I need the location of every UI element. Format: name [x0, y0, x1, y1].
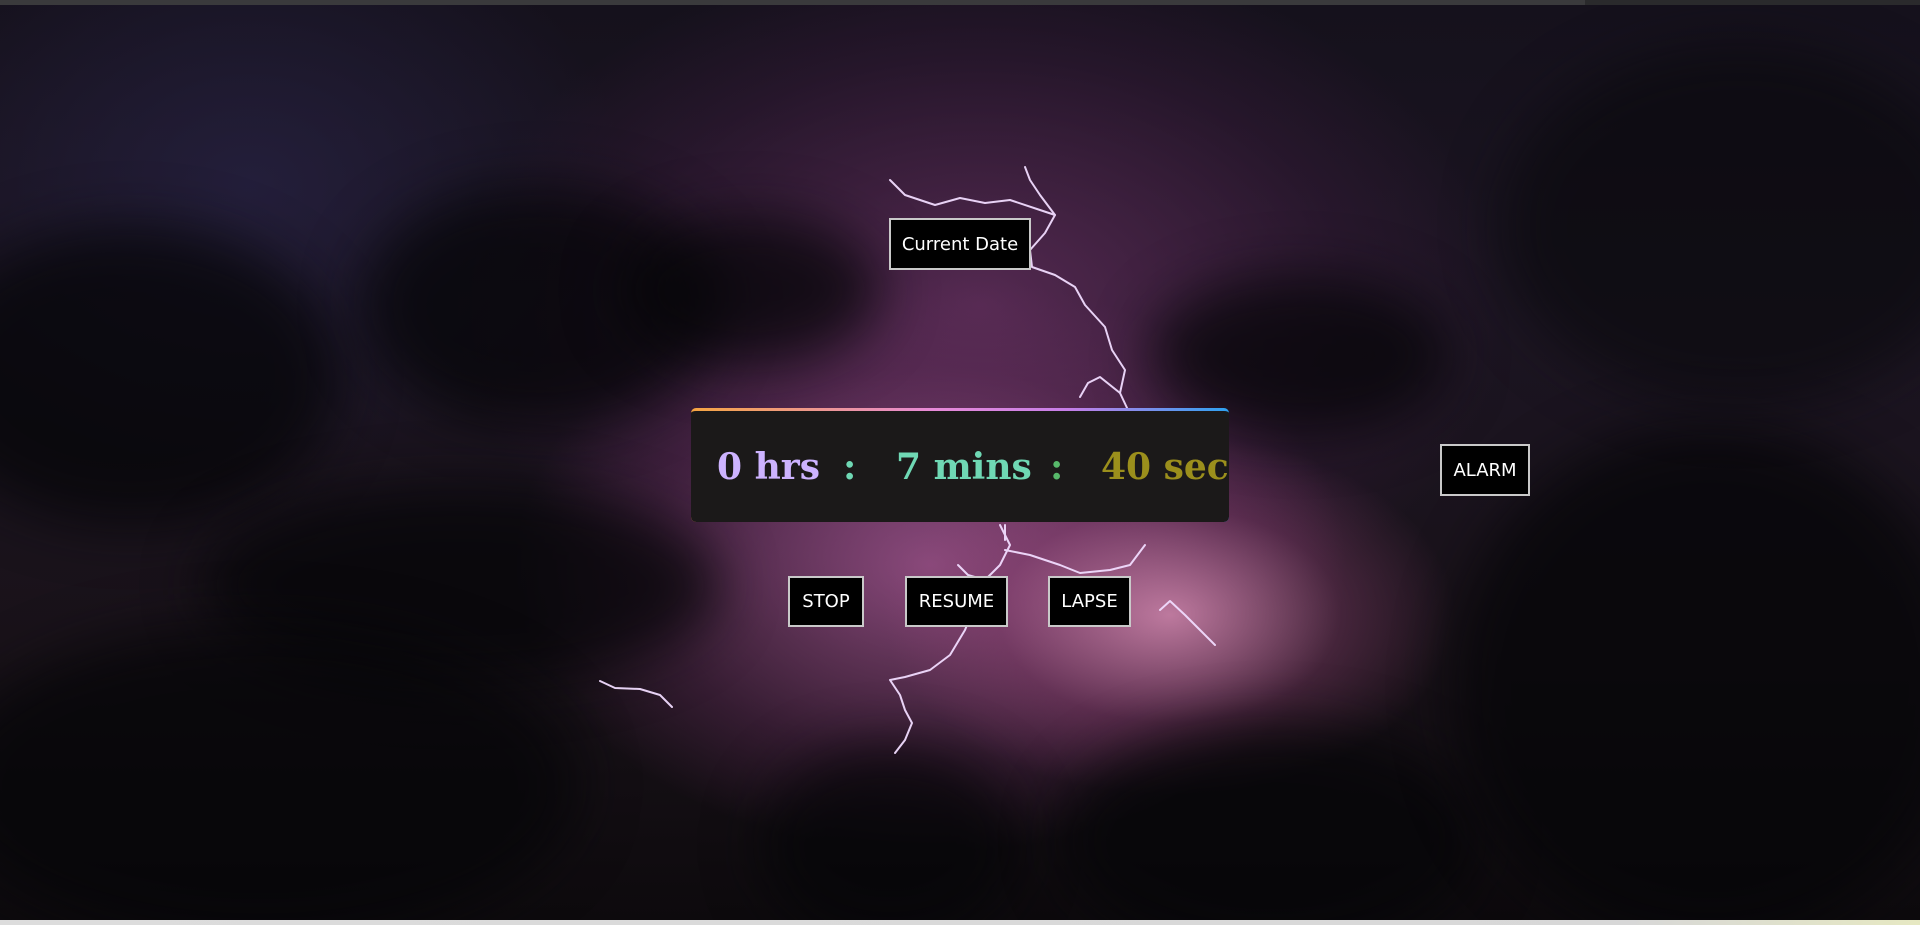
- timer-minutes: 7 mins: [896, 445, 1032, 488]
- timer-hours: 0 hrs: [717, 445, 820, 488]
- timer-separator: :: [1050, 445, 1064, 488]
- timer-display: 0 hrs : 7 mins : 40 sec: [691, 408, 1229, 522]
- alarm-button[interactable]: ALARM: [1440, 444, 1530, 496]
- current-date-button[interactable]: Current Date: [889, 218, 1031, 270]
- resume-button[interactable]: RESUME: [905, 576, 1008, 627]
- lapse-button[interactable]: LAPSE: [1048, 576, 1131, 627]
- timer-separator: :: [843, 445, 857, 488]
- timer-seconds: 40 sec: [1101, 445, 1229, 488]
- browser-bottom-strip: [0, 920, 1920, 925]
- stop-button[interactable]: STOP: [788, 576, 864, 627]
